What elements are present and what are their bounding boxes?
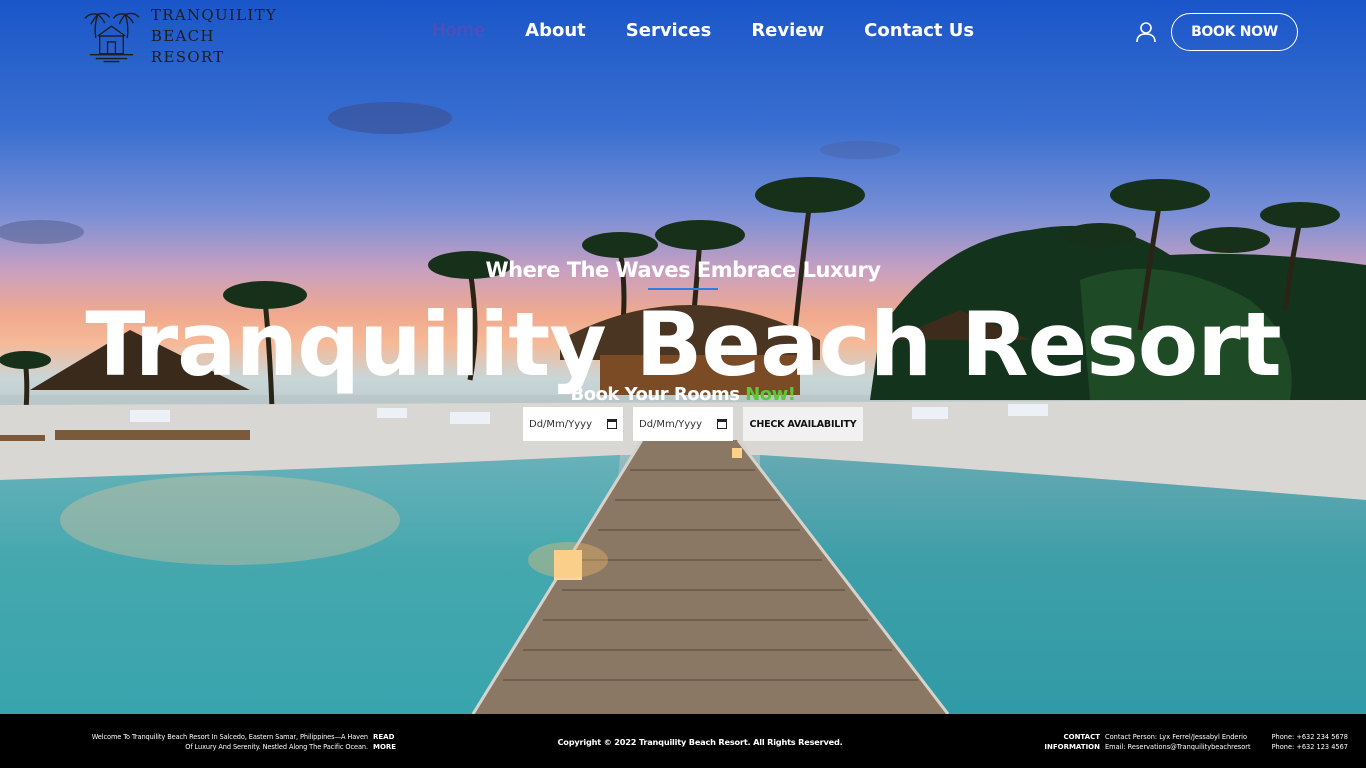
palm-hut-logo-icon [84, 12, 140, 63]
contact-heading-line2: INFORMATION [1044, 743, 1100, 751]
nav-about-link[interactable]: About [525, 20, 586, 41]
hero-title: Tranquility Beach Resort [85, 293, 1281, 396]
book-rooms-highlight: Now! [745, 384, 796, 405]
book-rooms-heading: Book Your Rooms Now! [0, 384, 1366, 405]
nav-home-link[interactable]: Home [432, 20, 485, 41]
calendar-icon[interactable] [717, 419, 727, 429]
user-icon[interactable] [1134, 20, 1158, 44]
checkin-date-placeholder: Dd/Mm/Yyyy [529, 418, 593, 430]
contact-email: Email: Reservations@Tranquilitybeachreso… [1105, 743, 1251, 751]
brand-name: TRANQUILITY BEACH RESORT [151, 5, 292, 68]
footer-contact-heading: CONTACT INFORMATION [1026, 732, 1100, 752]
contact-person: Contact Person: Lyx Ferrel/Jessabyl Ende… [1105, 733, 1248, 741]
contact-heading-line1: CONTACT [1063, 733, 1100, 741]
book-now-button[interactable]: BOOK NOW [1171, 13, 1298, 51]
site-footer: Welcome To Tranquility Beach Resort In S… [0, 714, 1366, 768]
book-rooms-text: Book Your Rooms [570, 384, 746, 405]
footer-phones: Phone: +632 234 5678 Phone: +632 123 456… [1262, 732, 1348, 752]
checkout-date-placeholder: Dd/Mm/Yyyy [639, 418, 703, 430]
brand-logo[interactable]: TRANQUILITY BEACH RESORT [82, 6, 292, 66]
hero-tagline: Where The Waves Embrace Luxury [485, 258, 881, 282]
checkout-date-input[interactable]: Dd/Mm/Yyyy [633, 407, 733, 441]
nav-contact-link[interactable]: Contact Us [864, 20, 974, 41]
tagline-underline [648, 288, 718, 290]
checkin-date-input[interactable]: Dd/Mm/Yyyy [523, 407, 623, 441]
brand-name-line2: BEACH RESORT [150, 26, 225, 66]
footer-contact-details: Contact Person: Lyx Ferrel/Jessabyl Ende… [1105, 732, 1251, 752]
main-nav: Home About Services Review Contact Us [432, 20, 974, 41]
check-availability-button[interactable]: CHECK AVAILABILITY [743, 407, 863, 441]
calendar-icon[interactable] [607, 419, 617, 429]
phone-2: Phone: +632 123 4567 [1271, 743, 1348, 751]
nav-review-link[interactable]: Review [751, 20, 824, 41]
nav-services-link[interactable]: Services [626, 20, 712, 41]
brand-name-line1: TRANQUILITY [150, 5, 278, 24]
phone-1: Phone: +632 234 5678 [1271, 733, 1348, 741]
